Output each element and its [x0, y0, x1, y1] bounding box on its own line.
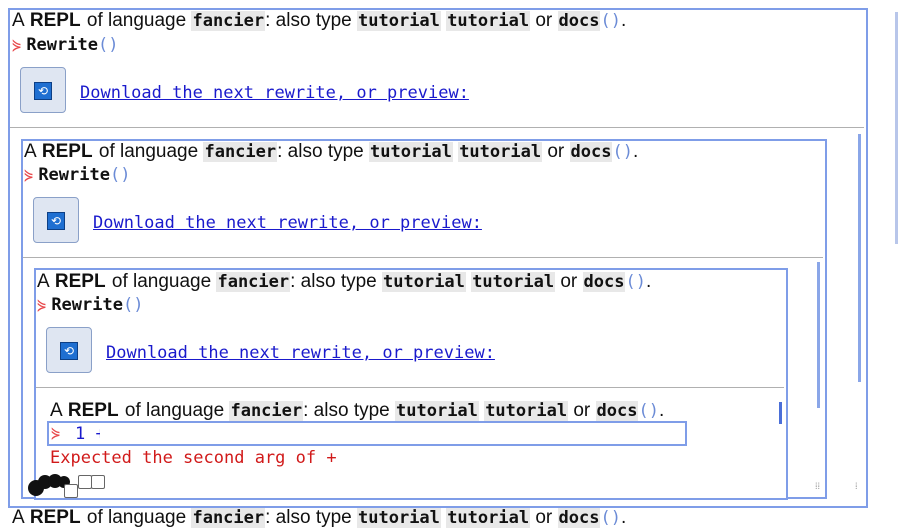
separator-1 [10, 127, 864, 128]
refresh-icon: ⟲ [34, 82, 52, 100]
refresh-icon: ⟲ [47, 212, 65, 230]
input-gutter [100, 423, 356, 444]
download-link-2[interactable]: Download the next rewrite, or preview: [93, 213, 482, 233]
resize-handle[interactable]: ⁞ [855, 483, 858, 492]
error-message: Expected the second arg of + [50, 448, 337, 468]
lang-name: fancier [191, 11, 266, 31]
resize-handle[interactable]: ⁞⁞ [815, 483, 820, 492]
rewrite-line-1: ⋟ Rewrite() [12, 35, 119, 55]
loading-indicator [26, 472, 116, 498]
scrollbar-3[interactable] [817, 262, 820, 408]
banner-level-2: A REPL of language fancier: also type tu… [24, 141, 639, 162]
refresh-icon: ⟲ [60, 342, 78, 360]
separator-3 [36, 387, 784, 388]
prompt-icon: ⋟ [37, 296, 47, 314]
banner-level-3: A REPL of language fancier: also type tu… [37, 271, 652, 292]
prompt-icon: ⋟ [12, 36, 22, 54]
scrollbar-2[interactable] [858, 134, 861, 382]
docs-command[interactable]: docs [557, 11, 601, 31]
banner-bottom: A REPL of language fancier: also type tu… [12, 507, 627, 528]
prompt-icon: ⋟ [51, 424, 61, 442]
rewrite-line-2: ⋟ Rewrite() [24, 165, 131, 185]
rewrite-line-3: ⋟ Rewrite() [37, 295, 144, 315]
page-scrollbar[interactable] [895, 12, 898, 244]
separator-2 [23, 257, 823, 258]
rewrite-button-2[interactable]: ⟲ [33, 197, 79, 243]
banner-level-4: A REPL of language fancier: also type tu… [50, 400, 665, 421]
prompt-icon: ⋟ [24, 166, 34, 184]
download-link-3[interactable]: Download the next rewrite, or preview: [106, 343, 495, 363]
tutorial-command[interactable]: tutorial [357, 11, 441, 31]
banner-level-1: A REPL of language fancier: also type tu… [12, 10, 627, 31]
scrollbar-4[interactable] [779, 402, 782, 424]
download-link-1[interactable]: Download the next rewrite, or preview: [80, 83, 469, 103]
rewrite-button-1[interactable]: ⟲ [20, 67, 66, 113]
rewrite-button-3[interactable]: ⟲ [46, 327, 92, 373]
